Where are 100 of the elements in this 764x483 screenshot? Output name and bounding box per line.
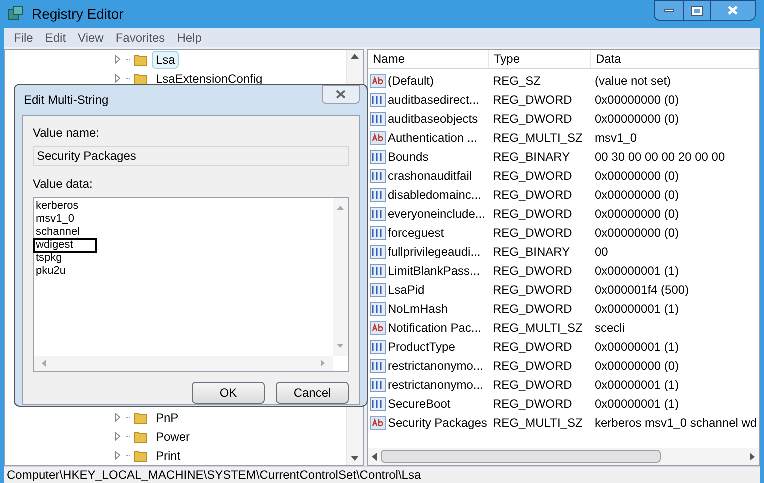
menu-item[interactable]: Help bbox=[171, 28, 208, 46]
value-type: REG_DWORD bbox=[492, 224, 574, 242]
window-title: Registry Editor bbox=[32, 4, 124, 24]
value-name: everyoneinclude... bbox=[388, 206, 486, 222]
scroll-right-icon[interactable] bbox=[750, 452, 755, 460]
column-header[interactable]: Data bbox=[591, 50, 759, 68]
expand-arrow-icon[interactable] bbox=[115, 413, 122, 422]
value-data: 0x00000000 (0) bbox=[594, 110, 680, 128]
value-name: LsaPid bbox=[388, 282, 425, 298]
expand-arrow-icon[interactable] bbox=[115, 55, 122, 64]
field-label: Value data: bbox=[33, 176, 94, 193]
value-name: crashonauditfail bbox=[388, 168, 472, 184]
multi-string-line: tspkg bbox=[35, 252, 64, 265]
string-value-icon bbox=[370, 130, 386, 144]
binary-value-icon bbox=[370, 340, 386, 354]
column-header[interactable]: Type bbox=[489, 50, 591, 68]
expand-arrow-icon[interactable] bbox=[115, 74, 122, 83]
value-name: Bounds bbox=[388, 148, 429, 166]
binary-value-icon bbox=[370, 168, 386, 182]
binary-value-icon bbox=[370, 396, 386, 410]
folder-icon bbox=[134, 448, 148, 462]
value-type: REG_DWORD bbox=[492, 110, 574, 128]
value-type: REG_DWORD bbox=[492, 168, 574, 184]
tree-item[interactable]: Print bbox=[152, 446, 185, 464]
menu-item[interactable]: Favorites bbox=[110, 28, 172, 46]
value-type: REG_DWORD bbox=[492, 300, 574, 318]
scroll-left-icon[interactable] bbox=[372, 452, 377, 460]
value-name: auditbaseobjects bbox=[388, 110, 478, 128]
value-data: 0x00000000 (0) bbox=[594, 186, 680, 204]
value-name-field: Security Packages bbox=[33, 146, 349, 166]
menu-item[interactable]: View bbox=[72, 28, 110, 46]
binary-value-icon bbox=[370, 150, 386, 164]
close-icon bbox=[728, 6, 738, 15]
app-icon bbox=[8, 6, 24, 22]
value-name: SecureBoot bbox=[388, 396, 451, 412]
binary-value-icon bbox=[370, 244, 386, 258]
value-type: REG_BINARY bbox=[492, 244, 572, 260]
scroll-down-icon[interactable] bbox=[351, 456, 359, 461]
value-name: restrictanonymo... bbox=[388, 358, 484, 374]
value-data: (value not set) bbox=[594, 72, 672, 90]
string-value-icon bbox=[370, 416, 386, 430]
maximize-button[interactable] bbox=[683, 1, 710, 20]
binary-value-icon bbox=[370, 188, 386, 202]
value-name: (Default) bbox=[388, 72, 434, 90]
value-data: scecli bbox=[594, 320, 626, 336]
multi-string-line: pku2u bbox=[35, 265, 67, 278]
dialog-title: Edit Multi-String bbox=[23, 92, 109, 109]
value-data: 0x000001f4 (500) bbox=[594, 282, 690, 298]
value-type: REG_DWORD bbox=[492, 282, 574, 298]
close-button[interactable] bbox=[322, 85, 360, 104]
value-data: 0x00000001 (1) bbox=[594, 262, 680, 280]
value-data: 0x00000000 (0) bbox=[594, 224, 680, 242]
value-data: 00 30 00 00 00 20 00 00 bbox=[594, 148, 726, 166]
value-name: NoLmHash bbox=[388, 300, 448, 318]
binary-value-icon bbox=[370, 302, 386, 316]
tree-item[interactable]: LsaExtensionConfig bbox=[152, 70, 267, 88]
value-name: Security Packages bbox=[388, 414, 488, 432]
scroll-up-icon[interactable] bbox=[351, 54, 359, 59]
value-type: REG_BINARY bbox=[492, 148, 572, 166]
value-name: forceguest bbox=[388, 224, 444, 242]
value-data: 0x00000000 (0) bbox=[594, 358, 680, 374]
value-data: 00 bbox=[594, 244, 610, 260]
value-type: REG_DWORD bbox=[492, 262, 574, 280]
value-data: 0x00000001 (1) bbox=[594, 396, 680, 412]
multi-string-line: msv1_0 bbox=[35, 213, 76, 226]
binary-value-icon bbox=[370, 282, 386, 296]
value-data: 0x00000001 (1) bbox=[594, 376, 680, 394]
value-type: REG_DWORD bbox=[492, 396, 574, 412]
value-type: REG_MULTI_SZ bbox=[492, 320, 584, 336]
status-bar: Computer\HKEY_LOCAL_MACHINE\SYSTEM\CurrentControlSet\Control\Lsa bbox=[4, 466, 760, 483]
value-name: ProductType bbox=[388, 338, 456, 356]
value-name: disabledomainc... bbox=[388, 186, 482, 204]
scroll-thumb[interactable] bbox=[381, 450, 661, 463]
multi-string-line: wdigest bbox=[34, 239, 96, 252]
close-button[interactable] bbox=[710, 1, 755, 20]
tree-item[interactable]: Power bbox=[152, 428, 194, 446]
dialog-button[interactable]: Cancel bbox=[276, 382, 349, 404]
value-name: LimitBlankPass... bbox=[388, 262, 480, 280]
column-header[interactable]: Name bbox=[368, 50, 489, 68]
horizontal-scrollbar[interactable] bbox=[368, 448, 759, 465]
tree-item[interactable]: Lsa bbox=[152, 50, 180, 68]
tree-item[interactable]: PnP bbox=[152, 408, 183, 426]
expand-arrow-icon[interactable] bbox=[115, 451, 122, 460]
value-data-field[interactable]: kerberos msv1_0 schannel wdigest tspkg pku2u bbox=[33, 197, 349, 372]
dialog-button[interactable]: OK bbox=[192, 382, 265, 404]
value-type: REG_SZ bbox=[492, 72, 542, 90]
value-data: 0x00000000 (0) bbox=[594, 206, 680, 222]
menu-item[interactable]: File bbox=[8, 28, 40, 46]
value-type: REG_DWORD bbox=[492, 338, 574, 356]
menu-item[interactable]: Edit bbox=[39, 28, 72, 46]
binary-value-icon bbox=[370, 112, 386, 126]
value-type: REG_MULTI_SZ bbox=[492, 414, 584, 432]
folder-icon bbox=[134, 52, 148, 66]
expand-arrow-icon[interactable] bbox=[115, 432, 122, 441]
binary-value-icon bbox=[370, 206, 386, 220]
multi-string-line: kerberos bbox=[35, 200, 80, 213]
binary-value-icon bbox=[370, 358, 386, 372]
binary-value-icon bbox=[370, 226, 386, 240]
binary-value-icon bbox=[370, 378, 386, 392]
multi-string-line: schannel bbox=[35, 226, 82, 239]
